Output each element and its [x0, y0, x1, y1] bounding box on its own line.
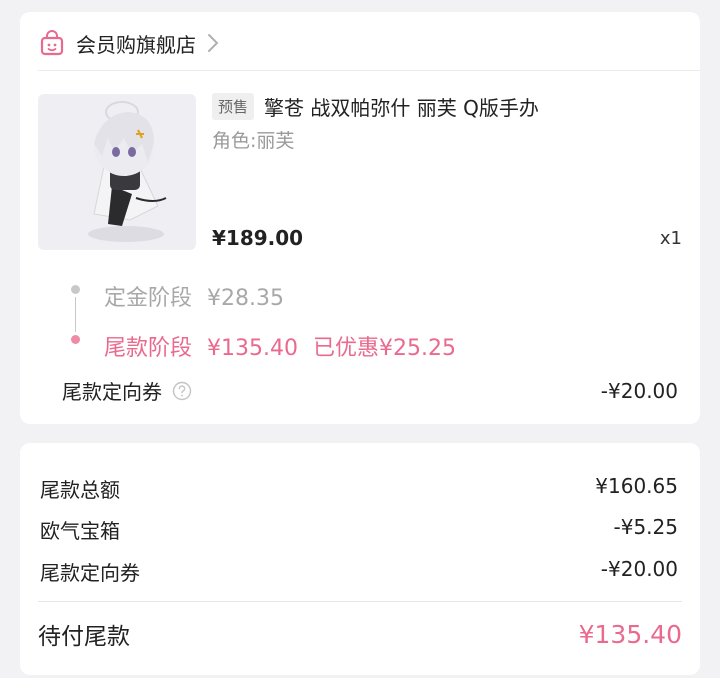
balance-stage-label: 尾款阶段 — [104, 336, 193, 361]
summary-value: -¥5.25 — [613, 515, 678, 539]
deposit-stage-amount: ¥28.35 — [207, 286, 284, 311]
summary-row-coupon: 尾款定向券 -¥20.00 — [40, 557, 678, 586]
stage-connector-line — [75, 297, 76, 332]
deposit-stage-dot — [71, 285, 80, 294]
summary-value: -¥20.00 — [600, 557, 678, 581]
product-variant: 角色:丽芙 — [212, 130, 295, 152]
balance-stage-dot — [71, 335, 80, 344]
order-card: 会员购旗舰店 预售 擎苍 战双帕弥什 丽芙 Q版手办 角色:丽芙 ¥189.00… — [20, 12, 700, 424]
summary-divider — [38, 601, 682, 602]
pending-balance-row: 待付尾款 ¥135.40 — [38, 617, 682, 651]
product-quantity: x1 — [659, 228, 682, 249]
summary-label: 欧气宝箱 — [40, 519, 120, 543]
pending-balance-label: 待付尾款 — [38, 624, 130, 650]
product-title: 擎苍 战双帕弥什 丽芙 Q版手办 — [264, 96, 539, 120]
summary-row-balance-total: 尾款总额 ¥160.65 — [40, 474, 678, 503]
balance-stage-discount: 已优惠¥25.25 — [313, 336, 456, 361]
question-circle-icon[interactable] — [172, 381, 192, 401]
summary-label: 尾款定向券 — [40, 561, 140, 585]
summary-card: 尾款总额 ¥160.65 欧气宝箱 -¥5.25 尾款定向券 -¥20.00 待… — [20, 443, 700, 675]
presale-tag: 预售 — [212, 93, 255, 120]
product-title-row[interactable]: 预售 擎苍 战双帕弥什 丽芙 Q版手办 — [212, 92, 539, 121]
coupon-label: 尾款定向券 — [62, 380, 162, 404]
header-divider — [38, 70, 700, 71]
product-price: ¥189.00 — [212, 226, 304, 250]
deposit-stage: 定金阶段 ¥28.35 — [104, 280, 284, 312]
summary-row-lucky-box: 欧气宝箱 -¥5.25 — [40, 515, 678, 544]
coupon-row: 尾款定向券 -¥20.00 — [62, 376, 678, 405]
shopping-bag-face-icon — [38, 29, 66, 57]
deposit-stage-label: 定金阶段 — [104, 286, 193, 311]
shop-header[interactable]: 会员购旗舰店 — [38, 28, 220, 58]
chevron-right-icon — [206, 32, 220, 54]
product-image[interactable] — [38, 94, 196, 250]
balance-stage: 尾款阶段 ¥135.40 已优惠¥25.25 — [104, 330, 456, 362]
summary-value: ¥160.65 — [595, 474, 678, 498]
coupon-value: -¥20.00 — [600, 378, 678, 403]
pending-balance-value: ¥135.40 — [578, 619, 682, 649]
balance-stage-amount: ¥135.40 — [207, 336, 298, 361]
shop-name: 会员购旗舰店 — [76, 32, 196, 57]
summary-label: 尾款总额 — [40, 478, 120, 502]
